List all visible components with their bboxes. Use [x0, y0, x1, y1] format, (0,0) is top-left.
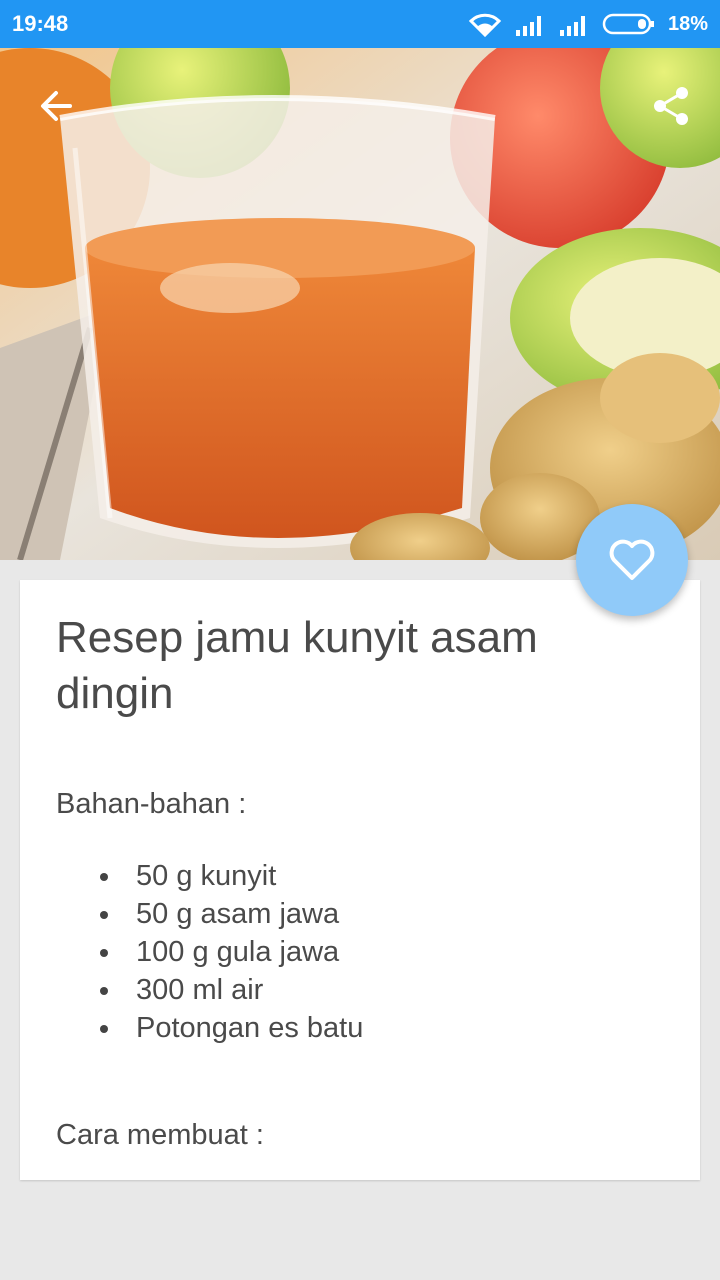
status-time: 19:48 [12, 11, 69, 36]
ingredients-list: 50 g kunyit 50 g asam jawa 100 g gula ja… [56, 857, 664, 1047]
battery-icon [602, 13, 654, 35]
recipe-hero-image [0, 48, 720, 560]
ingredients-label: Bahan-bahan : [56, 788, 247, 820]
ingredient-item: Potongan es batu [100, 1009, 664, 1047]
ingredient-item: 300 ml air [100, 971, 664, 1009]
favorite-button[interactable] [576, 504, 688, 616]
ingredient-item: 100 g gula jawa [100, 933, 664, 971]
back-button[interactable] [28, 78, 84, 134]
signal-icon [515, 16, 541, 36]
ingredient-item: 50 g asam jawa [100, 895, 664, 933]
recipe-card: Resep jamu kunyit asam dingin Bahan-baha… [20, 580, 700, 1180]
heart-outline-icon [609, 539, 655, 580]
share-icon [654, 87, 688, 125]
method-label: Cara membuat : [56, 1119, 264, 1151]
battery-percent: 18% [667, 12, 708, 35]
status-icons: 18% [468, 11, 708, 37]
share-button[interactable] [644, 78, 700, 134]
recipe-title: Resep jamu kunyit asam dingin [56, 613, 538, 718]
wifi-icon [468, 13, 502, 37]
signal-icon [559, 16, 585, 36]
status-bar: 19:48 18% [0, 0, 720, 48]
ingredient-item: 50 g kunyit [100, 857, 664, 895]
arrow-left-icon [41, 91, 72, 121]
